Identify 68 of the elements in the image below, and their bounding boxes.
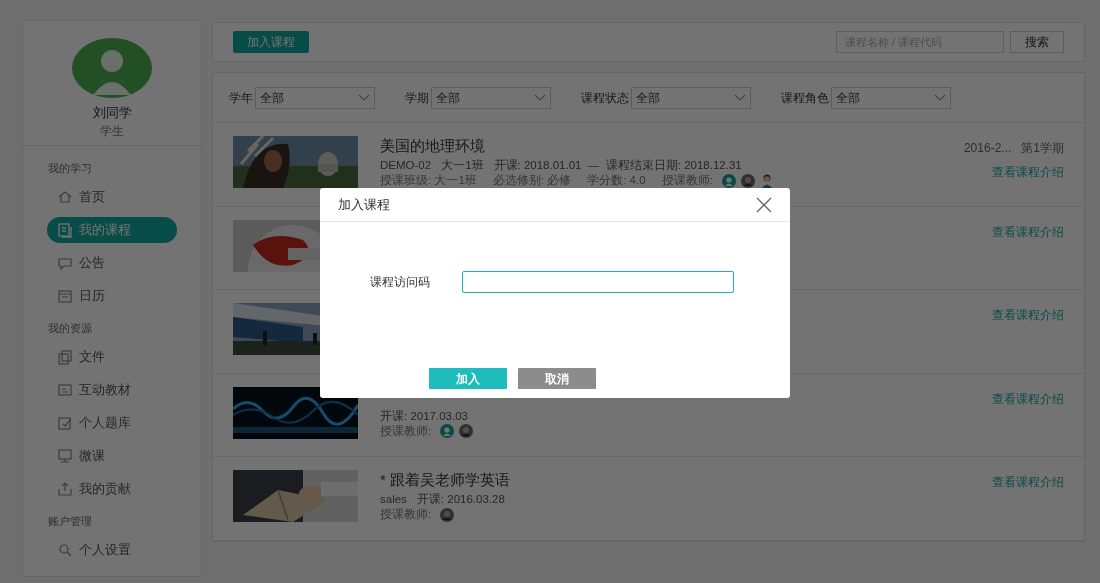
course-intro-link[interactable]: 查看课程介绍	[992, 389, 1064, 408]
filter-label: 学年	[229, 89, 253, 107]
course-detail: 必选修别: 必修	[492, 173, 572, 188]
field-label: 课程访问码	[370, 274, 430, 291]
section-title: 我的学习	[47, 160, 93, 176]
course-meta: 开课: 2017.03.03	[380, 408, 468, 424]
section-title: 账户管理	[47, 513, 93, 529]
filter-dropdown[interactable]: 全部	[631, 86, 751, 109]
avatar	[440, 507, 455, 522]
chevron-icon	[358, 93, 370, 102]
sidebar-item[interactable]: 互动教材	[47, 376, 177, 403]
sidebar-item[interactable]: 个人设置	[47, 536, 177, 563]
filter-label: 课程状态	[581, 89, 629, 107]
search-button[interactable]: 搜索	[1010, 31, 1064, 53]
filter-dropdown[interactable]: 全部	[431, 86, 551, 109]
avatar	[740, 173, 755, 188]
sidebar-item[interactable]: 微课	[47, 442, 177, 469]
user-icon	[440, 424, 455, 438]
access-code-field[interactable]	[462, 271, 734, 293]
dialog-title: 加入课程	[338, 195, 390, 214]
filter-dropdown[interactable]: 全部	[831, 86, 951, 109]
course-title: * 跟着吴老师学英语	[380, 470, 511, 490]
filter-label: 学期	[405, 89, 429, 107]
files-icon	[57, 348, 73, 365]
filter-dropdown[interactable]: 全部	[255, 86, 375, 109]
document-icon	[57, 221, 73, 238]
avatar	[459, 424, 474, 438]
term-text: 2016-2...	[963, 140, 1012, 157]
filter-label: 课程角色	[781, 89, 829, 107]
course-meta: DEMO-02	[380, 158, 432, 173]
course-intro-link[interactable]: 查看课程介绍	[992, 473, 1064, 491]
sidebar-item[interactable]: 日历	[47, 282, 177, 309]
chevron-icon	[534, 93, 546, 102]
chevron-icon	[734, 93, 746, 102]
sidebar-item[interactable]: 我的课程	[47, 216, 177, 243]
join-button[interactable]: 加入	[429, 368, 507, 389]
sidebar-item[interactable]: 文件	[47, 343, 177, 370]
calendar-icon	[57, 287, 73, 304]
checklist-icon	[57, 414, 73, 431]
join-course-button[interactable]: 加入课程	[233, 31, 309, 53]
close-icon[interactable]	[756, 196, 772, 213]
course-meta: 大一1班	[441, 158, 484, 173]
course-detail: 学分数: 4.0	[587, 173, 646, 188]
chevron-icon	[934, 93, 946, 102]
cancel-button[interactable]: 取消	[518, 368, 596, 389]
person-icon	[759, 173, 774, 188]
section-title: 我的资源	[47, 320, 93, 336]
teacher-label: 授课教师:	[380, 507, 432, 522]
upload-icon	[57, 480, 73, 497]
user-name: 刘同学	[92, 105, 132, 121]
sidebar-item[interactable]: 个人题库	[47, 409, 177, 436]
term-text: 第1学期	[1021, 140, 1064, 157]
teacher-label: 授课教师:	[661, 173, 713, 188]
course-title: 美国的地理环境	[380, 136, 486, 156]
user-role: 学生	[100, 123, 124, 139]
course-meta: 开课: 2016.03.28	[416, 492, 505, 507]
monitor-icon	[57, 447, 73, 464]
course-intro-link[interactable]: 查看课程介绍	[992, 163, 1064, 181]
sidebar-item[interactable]: 首页	[47, 183, 177, 210]
course-intro-link[interactable]: 查看课程介绍	[992, 306, 1064, 324]
search-icon	[57, 541, 73, 558]
teacher-label: 授课教师:	[380, 423, 432, 439]
course-meta: 开课: 2018.01.01 — 课程结束日期: 2018.12.31	[493, 158, 742, 173]
sidebar-item[interactable]: 公告	[47, 249, 177, 276]
sidebar-item[interactable]: 我的贡献	[47, 475, 177, 502]
course-meta: sales	[380, 492, 407, 507]
course-intro-link[interactable]: 查看课程介绍	[992, 222, 1064, 241]
book-icon	[57, 381, 73, 398]
